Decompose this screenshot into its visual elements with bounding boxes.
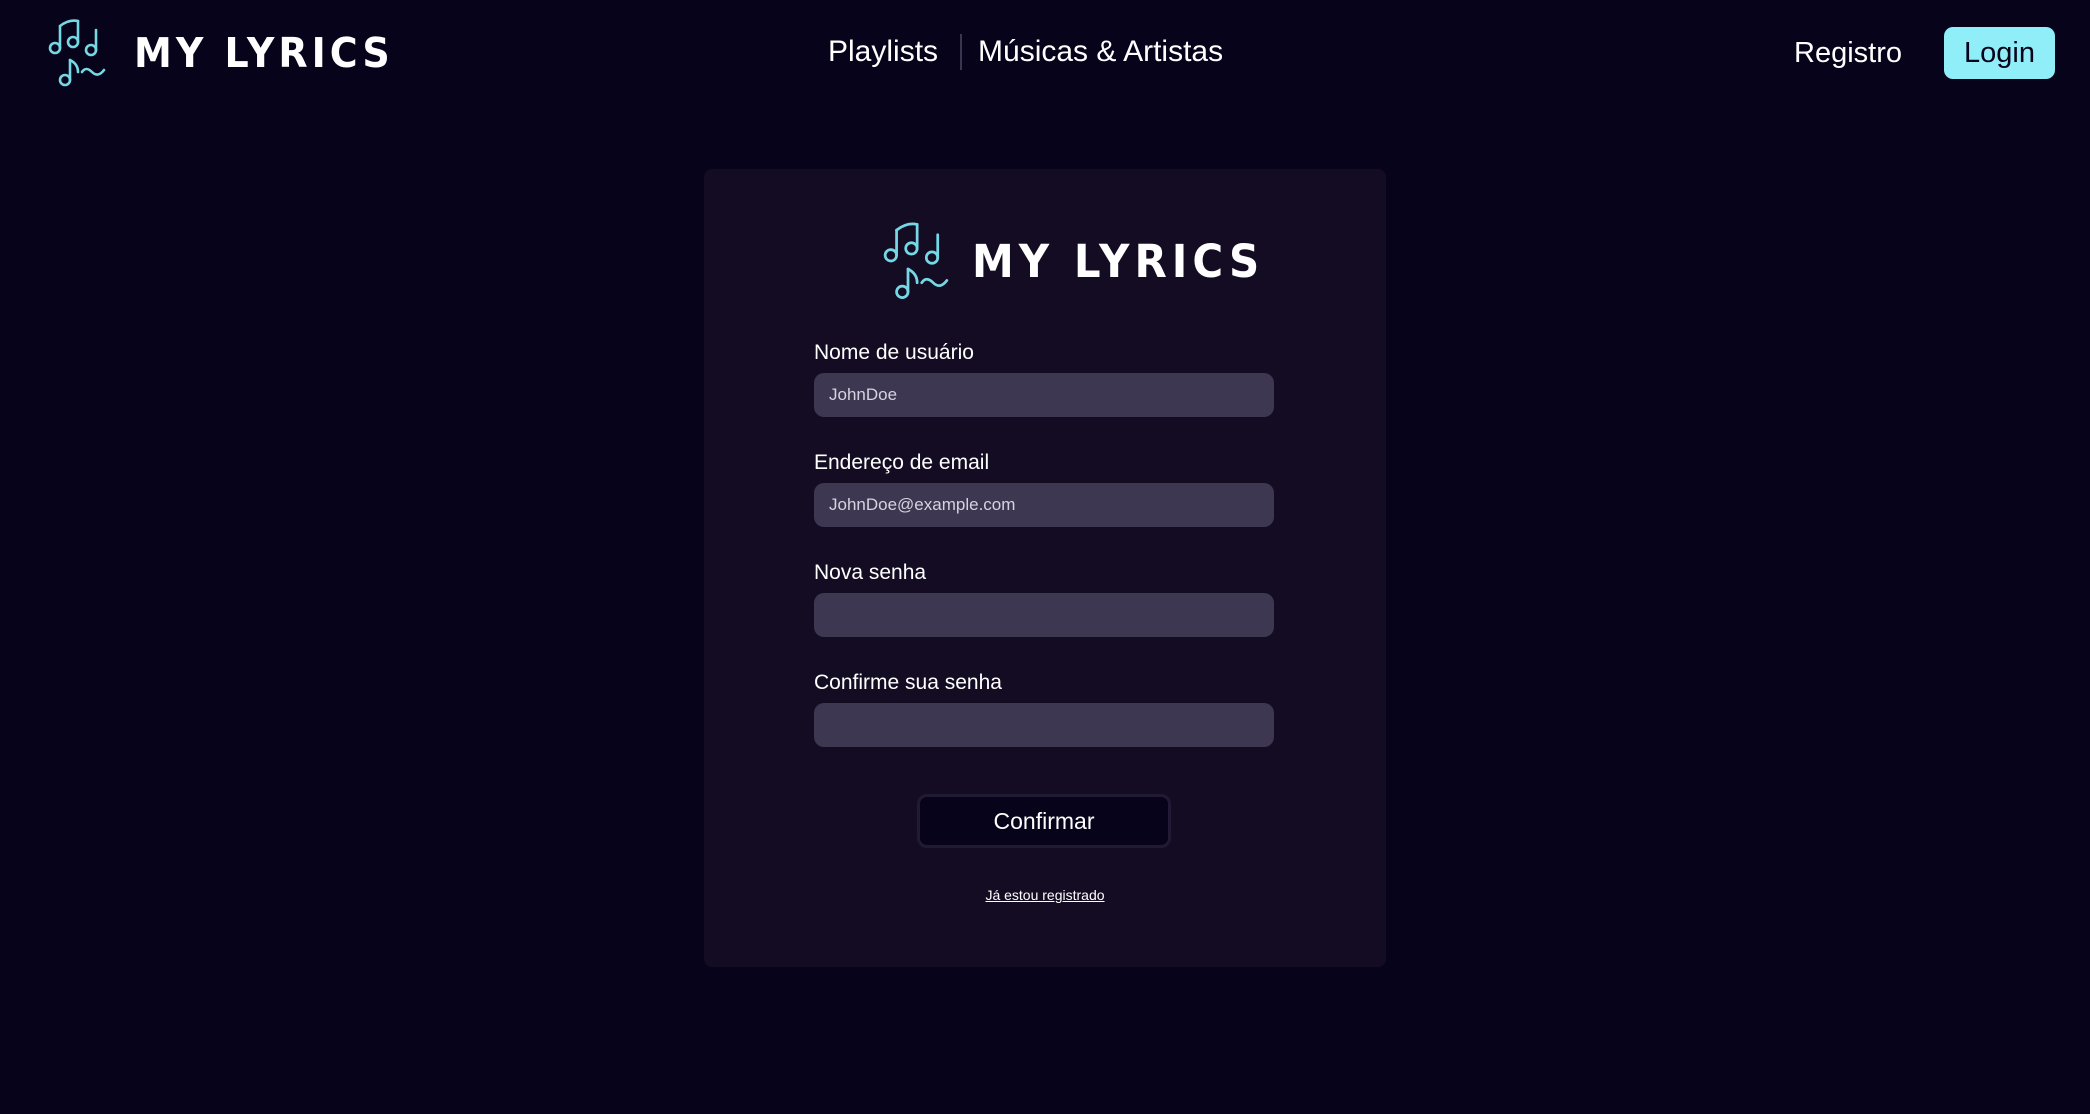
nav-divider xyxy=(960,34,963,70)
nav-link-songs-artists[interactable]: Músicas & Artistas xyxy=(978,30,1223,74)
confirm-password-field-group: Confirme sua senha xyxy=(814,669,1274,747)
nav-link-playlists[interactable]: Playlists xyxy=(828,30,938,74)
password-input[interactable] xyxy=(814,593,1274,637)
already-registered-link[interactable]: Já estou registrado xyxy=(704,887,1386,903)
music-notes-icon xyxy=(882,221,950,301)
email-label: Endereço de email xyxy=(814,451,990,474)
top-navbar: MY LYRICS Playlists Músicas & Artistas R… xyxy=(0,0,2090,108)
main-nav: Playlists Músicas & Artistas xyxy=(828,30,1223,74)
card-brand-logo: MY LYRICS xyxy=(882,221,1264,301)
register-link[interactable]: Registro xyxy=(1794,30,1902,76)
confirm-password-label: Confirme sua senha xyxy=(814,671,1002,694)
brand-logo-link[interactable]: MY LYRICS xyxy=(48,16,394,90)
username-field-group: Nome de usuário xyxy=(814,339,1274,417)
email-field-group: Endereço de email xyxy=(814,449,1274,527)
confirm-button[interactable]: Confirmar xyxy=(917,794,1171,848)
username-input[interactable] xyxy=(814,373,1274,417)
card-brand-name: MY LYRICS xyxy=(972,234,1265,288)
login-button[interactable]: Login xyxy=(1944,27,2055,79)
register-card: MY LYRICS Nome de usuário Endereço de em… xyxy=(704,169,1386,967)
music-notes-icon xyxy=(48,18,106,88)
confirm-password-input[interactable] xyxy=(814,703,1274,747)
password-label: Nova senha xyxy=(814,561,927,584)
email-input[interactable] xyxy=(814,483,1274,527)
password-field-group: Nova senha xyxy=(814,559,1274,637)
username-label: Nome de usuário xyxy=(814,341,974,364)
brand-name: MY LYRICS xyxy=(134,29,394,77)
